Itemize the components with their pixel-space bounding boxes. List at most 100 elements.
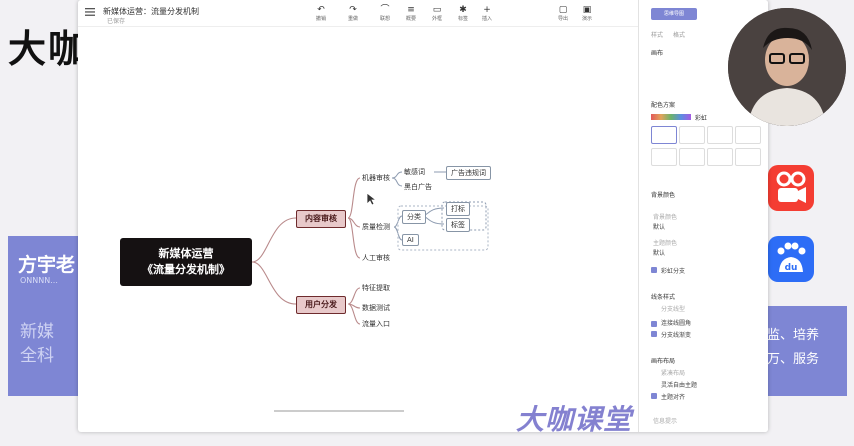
mouse-cursor-icon <box>366 192 376 206</box>
lecturer-sub: ONNNN... <box>20 276 58 285</box>
theme-option-2[interactable] <box>679 126 705 144</box>
theme-option-5[interactable] <box>651 148 677 166</box>
horizontal-scrollbar[interactable] <box>274 410 404 412</box>
toolbar-icon-8: ▢ <box>558 5 568 15</box>
toolbar-icon-1: ↶ <box>317 5 325 15</box>
toolbar-label-1: 撤销 <box>315 16 326 22</box>
rainbow-branch-label: 彩虹分支 <box>661 268 686 275</box>
toolbar-label-5: 外框 <box>431 16 442 22</box>
background-right-panel: 监、培养 万、服务 <box>765 306 847 396</box>
tab-format[interactable]: 格式 <box>673 30 685 39</box>
mindmap-mode-button[interactable]: 思维导图 <box>651 8 697 20</box>
bg-color-select[interactable]: 默认 <box>653 222 665 231</box>
branch-user-distribution[interactable]: 用户分发 <box>296 296 346 314</box>
theme-option-8[interactable] <box>735 148 761 166</box>
node-manual-review[interactable]: 人工审核 <box>362 253 390 263</box>
root-topic-line1: 新媒体运营 <box>158 247 214 260</box>
node-machine-review[interactable]: 机器审核 <box>362 173 390 183</box>
presenter-avatar-icon <box>728 8 846 126</box>
toolbar-label-6: 标签 <box>457 16 468 22</box>
toolbar-button-3[interactable]: ⌒ 联想 <box>372 5 398 25</box>
toolbar-button-8[interactable]: ▢ 导出 <box>550 5 576 25</box>
theme-color-select[interactable]: 默认 <box>653 248 665 257</box>
top-toolbar: 新媒体运营：流量分发机制 已保存 ↶ 撤销 ↷ 重做 ⌒ 联想 ≡ 概要 ▭ 外框 ✱ 标签 + 插入 ▢ 导… <box>78 0 638 27</box>
color-scheme-swatch[interactable] <box>651 114 691 120</box>
rainbow-branch-checkbox[interactable] <box>651 267 657 273</box>
lecturer-name: 方宇老 <box>18 254 76 276</box>
layout-option-1-label: 灵活自由主题 <box>661 382 698 389</box>
color-scheme-name: 彩虹 <box>695 115 708 122</box>
background-left-panel: 方宇老 ONNNN... 新媒 全科 <box>8 236 80 396</box>
node-feature-extract[interactable]: 特征提取 <box>362 283 390 293</box>
node-quality-check[interactable]: 质量检测 <box>362 222 390 232</box>
toolbar-icon-4: ≡ <box>407 5 415 15</box>
toolbar-button-5[interactable]: ▭ 外框 <box>424 5 450 25</box>
section-canvas: 画布 <box>651 50 664 57</box>
theme-option-6[interactable] <box>679 148 705 166</box>
toolbar-icon-6: ✱ <box>459 5 467 15</box>
theme-option-1[interactable] <box>651 126 677 144</box>
section-color-scheme: 配色方案 <box>651 102 676 109</box>
layout-option-grey: 紧凑布局 <box>661 370 686 377</box>
theme-option-3[interactable] <box>707 126 733 144</box>
tab-style[interactable]: 样式 <box>651 30 663 39</box>
toolbar-button-9[interactable]: ▣ 演示 <box>574 5 600 25</box>
theme-option-4[interactable] <box>735 126 761 144</box>
save-status: 已保存 <box>107 18 126 25</box>
toolbar-button-6[interactable]: ✱ 标签 <box>450 5 476 25</box>
toolbar-label-9: 演示 <box>581 16 592 22</box>
root-topic[interactable]: 新媒体运营 《流量分发机制》 <box>120 238 252 286</box>
toolbar-icon-2: ↷ <box>349 5 357 15</box>
lecturer-faded: 新媒 全科 <box>20 322 54 366</box>
node-data-test[interactable]: 数据测试 <box>362 303 390 313</box>
toolbar-label-8: 导出 <box>557 16 568 22</box>
toolbar-icon-5: ▭ <box>432 5 442 15</box>
line-option-1-checkbox[interactable] <box>651 321 657 327</box>
node-tagging[interactable]: 打标 <box>446 202 470 216</box>
baidu-du-label: du <box>785 263 798 273</box>
line-option-1-label: 连接线圆角 <box>661 320 692 327</box>
node-ad-check[interactable]: 黑白广告 <box>404 182 432 192</box>
section-layout: 画布布局 <box>651 358 676 365</box>
branch-content-review[interactable]: 内容审核 <box>296 210 346 228</box>
toolbar-button-1[interactable]: ↶ 撤销 <box>308 5 334 25</box>
node-ai[interactable]: AI <box>402 234 419 246</box>
mindmap-app-window: 新媒体运营：流量分发机制 已保存 ↶ 撤销 ↷ 重做 ⌒ 联想 ≡ 概要 ▭ 外框 ✱ 标签 + 插入 ▢ 导… <box>78 0 768 432</box>
root-topic-line2: 《流量分发机制》 <box>142 263 230 276</box>
hamburger-menu-icon[interactable] <box>85 8 95 16</box>
node-ad-violation-words[interactable]: 广告违规词 <box>446 166 491 180</box>
toolbar-label-3: 联想 <box>379 16 390 22</box>
toolbar-icon-9: ▣ <box>582 5 592 15</box>
toolbar-button-7[interactable]: + 插入 <box>474 5 500 25</box>
toolbar-button-4[interactable]: ≡ 概要 <box>398 5 424 25</box>
section-background: 背景颜色 <box>651 192 676 199</box>
background-title: 大咖 <box>8 27 89 71</box>
toolbar-icon-7: + <box>483 5 491 15</box>
theme-option-7[interactable] <box>707 148 733 166</box>
toolbar-button-2[interactable]: ↷ 重做 <box>340 5 366 25</box>
mindmap-canvas[interactable]: 新媒体运营 《流量分发机制》 内容审核 用户分发 机器审核 质量检测 人工审核 … <box>78 26 638 432</box>
layout-option-2-label: 主题对齐 <box>661 394 686 401</box>
toolbar-label-7: 插入 <box>481 16 492 22</box>
kuaishou-logo-icon <box>768 165 814 211</box>
bg-color-label: 背景颜色 <box>653 214 678 221</box>
node-classify[interactable]: 分类 <box>402 210 426 224</box>
presenter-webcam <box>728 8 846 126</box>
sidebar-footer: 信息提示 <box>653 418 678 425</box>
theme-color-label: 主题颜色 <box>653 240 678 247</box>
section-line-style: 线条样式 <box>651 294 676 301</box>
right-panel-text: 监、培养 万、服务 <box>767 328 820 367</box>
baidu-logo-icon: du <box>768 236 814 282</box>
toolbar-label-4: 概要 <box>405 16 416 22</box>
node-tags[interactable]: 标签 <box>446 218 470 232</box>
layout-option-2-checkbox[interactable] <box>651 393 657 399</box>
node-sensitive-words[interactable]: 敏感词 <box>404 167 425 177</box>
connector-lines <box>251 171 489 325</box>
toolbar-icon-3: ⌒ <box>380 5 390 15</box>
node-traffic-entry[interactable]: 流量入口 <box>362 319 390 329</box>
line-option-2-label: 分支线渐变 <box>661 332 692 339</box>
line-option-grey: 分支线型 <box>661 306 686 313</box>
toolbar-label-2: 重做 <box>347 16 358 22</box>
watermark-logo: 大咖课堂 <box>516 403 633 436</box>
line-option-2-checkbox[interactable] <box>651 331 657 337</box>
